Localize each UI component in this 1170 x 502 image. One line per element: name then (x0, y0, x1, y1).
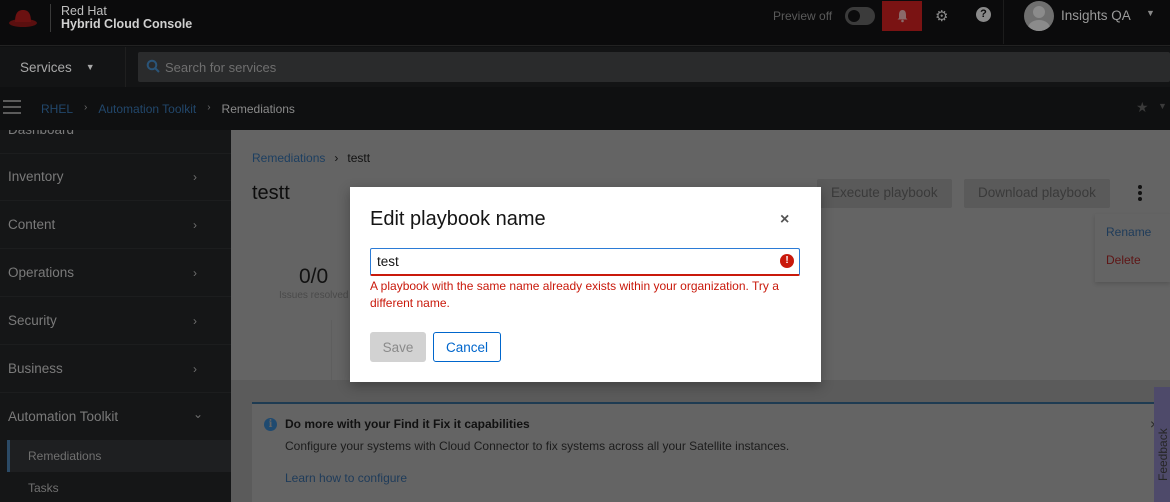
info-alert: i Do more with your Find it Fix it capab… (252, 402, 1170, 502)
error-message: A playbook with the same name already ex… (370, 279, 779, 310)
avatar[interactable] (1024, 1, 1054, 31)
sidebar-item-label: Automation Toolkit (8, 409, 119, 424)
lower-section: i Do more with your Find it Fix it capab… (231, 380, 1170, 502)
chevron-right-icon: › (207, 102, 211, 113)
close-icon[interactable]: × (780, 211, 789, 229)
caret-down-icon[interactable]: ▼ (1146, 8, 1155, 18)
delete-menu-item[interactable]: Delete (1106, 253, 1141, 267)
chevron-right-icon: › (193, 362, 197, 376)
learn-how-to-configure-link[interactable]: Learn how to configure (285, 471, 407, 485)
brand-line1: Red Hat (61, 4, 107, 18)
chevron-right-icon: › (193, 266, 197, 280)
help-icon[interactable]: ? (976, 7, 991, 22)
sidebar-item-label: Dashboard (8, 130, 74, 137)
masthead-separator (1003, 0, 1004, 44)
red-hat-icon (9, 10, 37, 27)
page-breadcrumb: Remediations › testt (252, 151, 370, 165)
notifications-button[interactable] (882, 1, 922, 31)
save-button[interactable]: Save (370, 332, 426, 362)
breadcrumb-remediations-link[interactable]: Remediations (252, 151, 325, 165)
gear-icon[interactable]: ⚙ (935, 7, 948, 25)
breadcrumb-remediations: Remediations (221, 102, 295, 116)
chevron-down-icon: ⌄ (193, 407, 204, 421)
sidebar-item-label: Security (8, 313, 57, 328)
info-icon: i (264, 418, 277, 431)
user-menu-name[interactable]: Insights QA (1061, 8, 1131, 23)
chevron-right-icon: › (193, 218, 197, 232)
preview-toggle[interactable] (845, 7, 875, 25)
services-label: Services (20, 60, 72, 75)
rename-menu-item[interactable]: Rename (1106, 225, 1151, 239)
error-icon: ! (780, 254, 794, 268)
feedback-button[interactable]: Feedback (1154, 387, 1170, 502)
services-bar: Services ▼ (0, 47, 1170, 87)
caret-down-icon[interactable]: ▼ (1158, 101, 1167, 111)
sidebar-item-automation-toolkit[interactable]: Automation Toolkit ⌄ (0, 393, 231, 441)
actions-dropdown: Rename Delete (1095, 214, 1170, 282)
breadcrumb-current: testt (347, 151, 371, 165)
sidebar-item-business[interactable]: Business › (0, 345, 231, 393)
issues-resolved-label: Issues resolved (279, 290, 349, 301)
chevron-right-icon: › (193, 170, 197, 184)
breadcrumb-rhel[interactable]: RHEL (41, 102, 73, 116)
playbook-name-input[interactable] (370, 248, 800, 276)
preview-label: Preview off (773, 9, 833, 23)
modal-title: Edit playbook name (370, 208, 546, 230)
logo-divider (50, 4, 51, 32)
breadcrumb-automation-toolkit[interactable]: Automation Toolkit (98, 102, 196, 116)
sidebar-item-label: Content (8, 217, 56, 232)
issues-resolved-value: 0/0 (299, 265, 329, 288)
search-input[interactable] (165, 52, 1065, 82)
feedback-label: Feedback (1156, 428, 1170, 481)
sidebar-item-inventory[interactable]: Inventory › (0, 153, 231, 201)
sidebar-subitem-remediations[interactable]: Remediations (7, 440, 231, 472)
red-hat-logo[interactable]: Red Hat Hybrid Cloud Console (8, 4, 192, 32)
masthead: Red Hat Hybrid Cloud Console Preview off… (0, 0, 1170, 46)
sidebar-subitem-tasks[interactable]: Tasks (7, 472, 231, 502)
divider (331, 320, 332, 380)
hamburger-menu-icon[interactable] (3, 100, 21, 114)
brand-line2: Hybrid Cloud Console (61, 17, 193, 31)
caret-down-icon: ▼ (85, 62, 95, 72)
sidebar-item-operations[interactable]: Operations › (0, 249, 231, 297)
cancel-button[interactable]: Cancel (433, 332, 501, 362)
sidebar-item-content[interactable]: Content › (0, 201, 231, 249)
edit-playbook-name-modal: Edit playbook name × ! A playbook with t… (350, 187, 821, 382)
breadcrumb-bar: RHEL › Automation Toolkit › Remediations… (0, 88, 1170, 130)
download-playbook-button[interactable]: Download playbook (964, 179, 1110, 208)
execute-playbook-button[interactable]: Execute playbook (817, 179, 952, 208)
star-icon[interactable]: ★ (1136, 99, 1149, 116)
search-icon (146, 59, 160, 73)
chevron-right-icon: › (84, 102, 88, 113)
kebab-menu-icon[interactable] (1138, 185, 1142, 203)
brand-text: Red Hat Hybrid Cloud Console (61, 5, 192, 31)
sidebar: Dashboard Inventory › Content › Operations… (0, 130, 231, 502)
alert-body: Configure your systems with Cloud Connec… (285, 439, 790, 453)
sidebar-item-label: Inventory (8, 169, 64, 184)
search-box[interactable] (138, 52, 1170, 82)
sidebar-item-label: Business (8, 361, 63, 376)
chevron-right-icon: › (334, 151, 339, 165)
bell-icon (897, 10, 907, 23)
breadcrumb: RHEL › Automation Toolkit › Remediations (41, 102, 295, 116)
chevron-right-icon: › (193, 314, 197, 328)
sidebar-item-dashboard[interactable]: Dashboard (0, 130, 231, 154)
page-title: testt (252, 182, 290, 204)
sidebar-item-label: Operations (8, 265, 75, 280)
sidebar-item-security[interactable]: Security › (0, 297, 231, 345)
alert-title: Do more with your Find it Fix it capabil… (285, 417, 530, 431)
services-dropdown[interactable]: Services ▼ (0, 47, 126, 87)
